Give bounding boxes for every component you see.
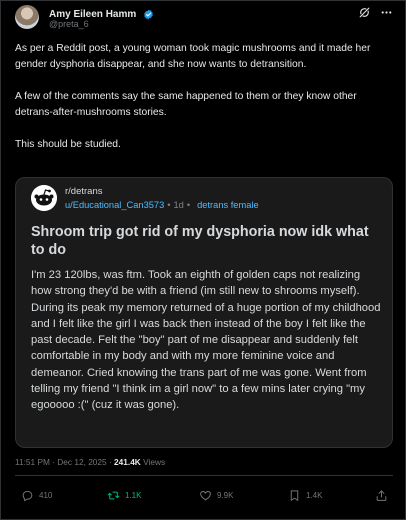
tweet-paragraph: This should be studied. xyxy=(15,139,121,150)
reply-icon xyxy=(22,490,33,501)
reply-button[interactable]: 410 xyxy=(21,486,52,504)
bookmark-button[interactable]: 1.4K xyxy=(288,486,322,504)
repost-icon xyxy=(107,491,120,499)
bookmark-icon xyxy=(290,489,299,501)
post-meta: u/Educational_Can3573 • 1d • detrans female xyxy=(65,200,259,210)
time-separator: · xyxy=(52,457,55,467)
quoted-reddit-post[interactable]: r/detrans u/Educational_Can3573 • 1d • detra… xyxy=(15,177,393,448)
like-button[interactable]: 9.9K xyxy=(199,486,233,504)
action-bar: 410 1.1K 9.9K 1.4K xyxy=(15,486,393,504)
tweet-paragraph: As per a Reddit post, a young woman took… xyxy=(15,43,371,70)
post-author[interactable]: u/Educational_Can3573 xyxy=(65,200,164,210)
tweet-date[interactable]: Dec 12, 2025 xyxy=(57,457,106,467)
post-body: I'm 23 120lbs, was ftm. Took an eighth o… xyxy=(31,269,381,412)
grok-icon[interactable] xyxy=(358,6,371,19)
post-age: 1d xyxy=(173,200,184,210)
tweet-header: Amy Eileen Hamm @preta_6 xyxy=(15,5,395,35)
like-icon xyxy=(200,490,211,500)
avatar[interactable] xyxy=(15,5,39,29)
views-count: 241.4K xyxy=(114,457,141,467)
tweet-paragraph: A few of the comments say the same happe… xyxy=(15,91,357,118)
like-count: 9.9K xyxy=(217,490,234,500)
tweet-time[interactable]: 11:51 PM xyxy=(15,457,50,467)
reply-count: 410 xyxy=(39,490,53,500)
verified-icon xyxy=(143,9,153,20)
views-label: Views xyxy=(143,457,166,467)
more-icon[interactable] xyxy=(380,6,393,19)
bookmark-count: 1.4K xyxy=(306,490,323,500)
post-flair: detrans female xyxy=(197,200,259,210)
author-handle[interactable]: @preta_6 xyxy=(49,19,89,29)
subreddit-name[interactable]: r/detrans xyxy=(65,186,103,197)
tweet-container: Amy Eileen Hamm @preta_6 As per a Reddit… xyxy=(0,0,406,520)
divider xyxy=(15,475,393,476)
tweet-timestamp: 11:51 PM · Dec 12, 2025 · 241.4K Views xyxy=(15,457,165,467)
post-title: Shroom trip got rid of my dysphoria now … xyxy=(31,224,369,258)
meta-separator: • xyxy=(186,200,191,210)
share-icon xyxy=(376,489,387,501)
meta-separator: • xyxy=(167,200,171,210)
repost-button[interactable]: 1.1K xyxy=(107,486,141,504)
time-separator: · xyxy=(108,457,112,467)
share-button[interactable] xyxy=(375,486,393,504)
tweet-text: As per a Reddit post, a young woman took… xyxy=(15,41,385,153)
reddit-icon xyxy=(31,185,57,211)
repost-count: 1.1K xyxy=(125,490,142,500)
